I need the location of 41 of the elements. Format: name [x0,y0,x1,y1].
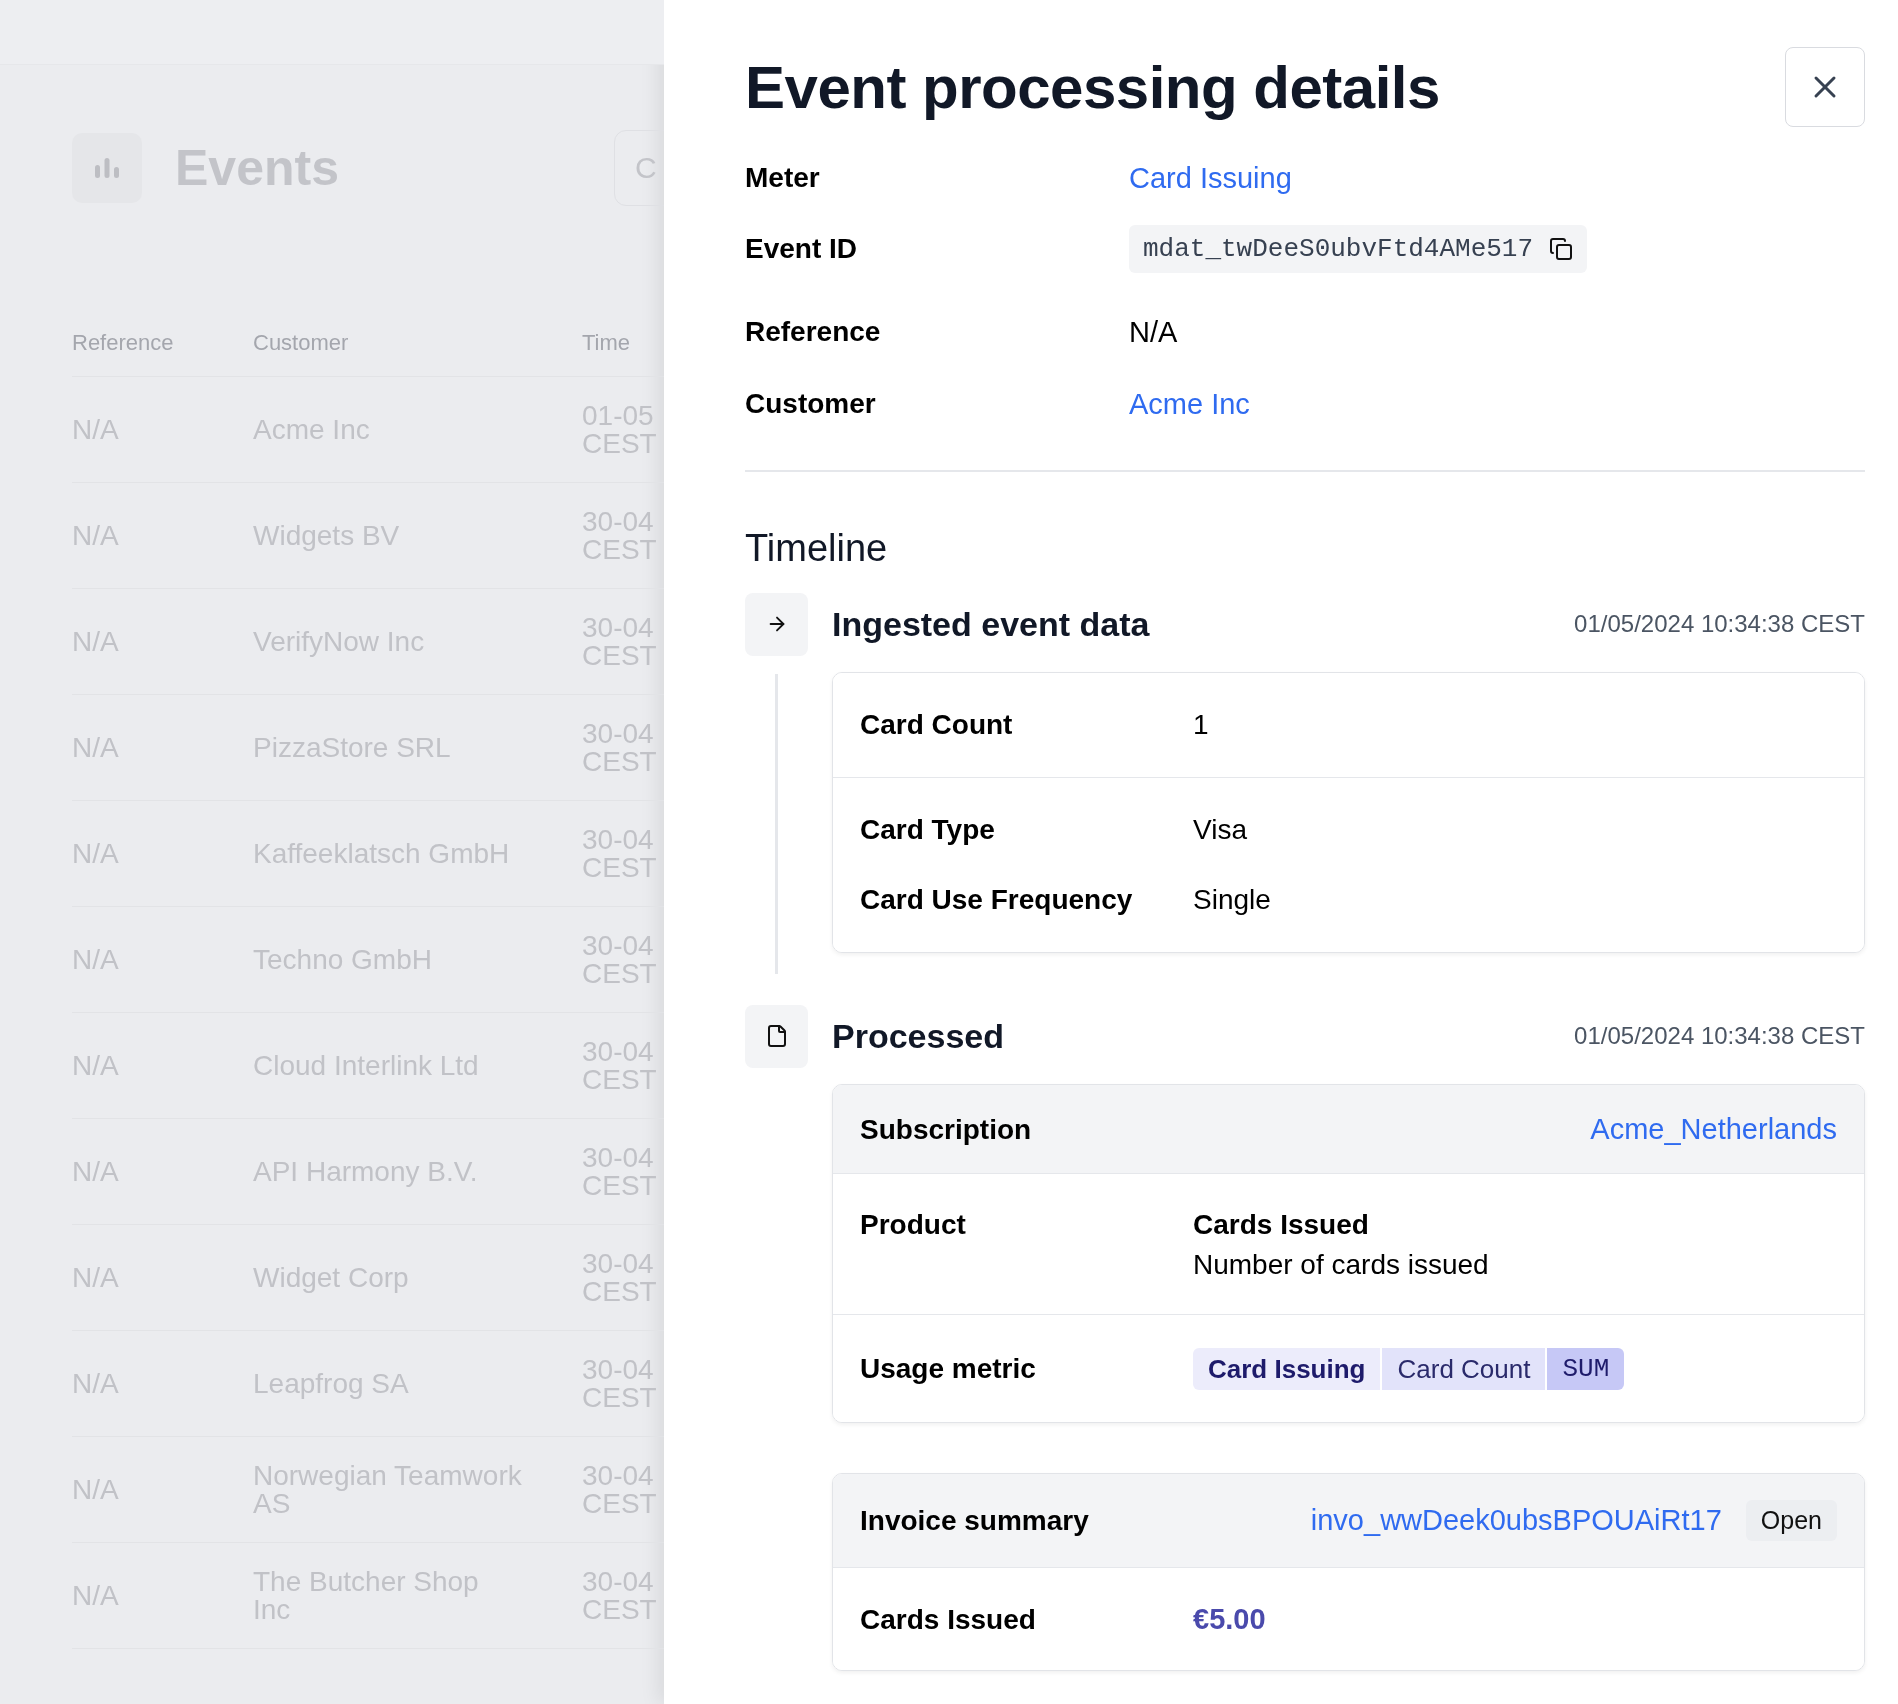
column-header: Time [582,330,632,356]
field-label: Card Count [860,709,1014,741]
detail-label: Event ID [745,233,859,265]
timeline-entry-title: Ingested event data [832,604,1150,644]
detail-label: Reference [745,316,882,348]
field-value: Visa [1193,814,1248,846]
detail-link[interactable]: Card Issuing [1129,161,1865,195]
product-description: Number of cards issued [1193,1249,1490,1281]
event-id-field: mdat_twDeeS0ubvFtd4AMe517 [1129,225,1588,273]
section-heading: Timeline [745,525,889,571]
field-label: Subscription [860,1113,1033,1146]
product-name: Cards Issued [1193,1209,1370,1241]
column-header: Reference [72,330,175,356]
subscription-link[interactable]: Acme_Netherlands [1590,1113,1837,1146]
copy-button[interactable] [1549,237,1574,261]
status-badge: Open [1745,1500,1837,1541]
field-label: Product [860,1209,967,1241]
metric-tag: SUM [1547,1348,1625,1390]
column-header: Customer [253,330,350,356]
close-button[interactable] [1785,47,1865,127]
line-label: Cards Issued [860,1603,1037,1636]
copy-icon [1549,237,1574,261]
metric-tag: Card Issuing [1193,1348,1381,1390]
timestamp: 01/05/2024 10:34:38 CEST [1574,1022,1865,1050]
timeline-entry-title: Processed [832,1016,1004,1056]
field-value: Single [1193,884,1272,916]
field-label: Usage metric [860,1353,1037,1385]
detail-link[interactable]: Acme Inc [1129,387,1865,421]
detail-label: Customer [745,388,877,420]
detail-label: Meter [745,162,821,194]
timestamp: 01/05/2024 10:34:38 CEST [1574,610,1865,638]
line-amount: €5.00 [1193,1603,1267,1636]
bar-chart-icon [94,155,120,181]
panel-title: Event processing details [745,53,1440,122]
field-label: Card Type [860,814,996,846]
detail-value: N/A [1129,315,1179,349]
metric-tag: Card Count [1382,1348,1546,1390]
field-label: Card Use Frequency [860,884,1134,916]
invoice-link[interactable]: invo_wwDeek0ubsBPOUAiRt17 [1310,1504,1722,1537]
field-label: Invoice summary [860,1504,1090,1537]
field-value: 1 [1193,709,1210,741]
